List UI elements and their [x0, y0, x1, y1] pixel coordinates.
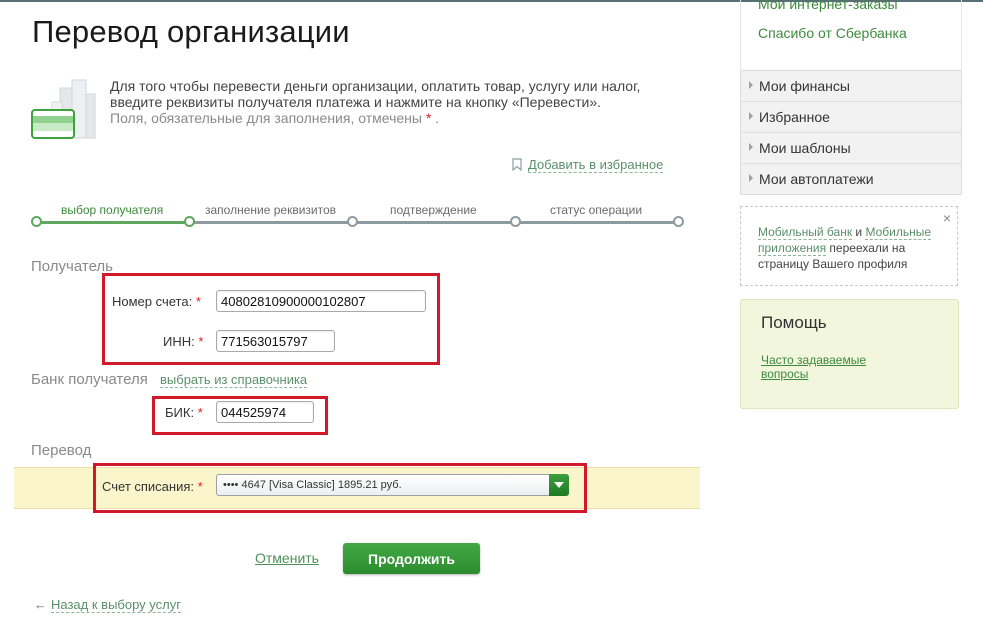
steps-track-done [36, 221, 189, 224]
intro-line-3: Поля, обязательные для заполнения, отмеч… [110, 110, 670, 126]
account-number-input[interactable] [216, 290, 426, 312]
sidebar-link-internet-orders[interactable]: Мои интернет-заказы [758, 0, 898, 12]
continue-button[interactable]: Продолжить [343, 543, 480, 574]
step-dot-1 [31, 216, 42, 227]
step-dot-2 [184, 216, 195, 227]
sidebar-item-favorites[interactable]: Избранное [741, 101, 961, 132]
debit-account-select[interactable]: •••• 4647 [Visa Classic] 1895.21 руб. [216, 474, 569, 496]
intro-text: Для того чтобы перевести деньги организа… [110, 78, 670, 126]
add-favorite-label[interactable]: Добавить в избранное [528, 157, 664, 173]
back-arrow-icon: ← [34, 597, 47, 612]
intro-line-2: введите реквизиты получателя платежа и н… [110, 94, 601, 110]
sidebar-menu: Мои финансы Избранное Мои шаблоны Мои ав… [740, 70, 962, 195]
account-number-label-text: Номер счета: [112, 294, 193, 309]
intro-line-1: Для того чтобы перевести деньги организа… [110, 78, 641, 94]
dropdown-arrow-icon[interactable] [549, 474, 569, 496]
step-dot-4 [510, 216, 521, 227]
required-note-end: . [435, 110, 440, 126]
add-favorite-link[interactable]: Добавить в избранное [512, 157, 664, 174]
cancel-link[interactable]: Отменить [255, 550, 319, 566]
notice-text: Мобильный банк и Мобильные приложения пе… [758, 224, 948, 272]
required-mark: * [425, 110, 432, 126]
sidebar-item-templates[interactable]: Мои шаблоны [741, 132, 961, 163]
account-required-mark: * [195, 294, 201, 309]
back-to-services-link[interactable]: ← Назад к выбору услуг [34, 597, 181, 613]
step-confirmation: подтверждение [390, 203, 477, 217]
bookmark-icon [512, 158, 522, 174]
step-dot-3 [347, 216, 358, 227]
bik-input[interactable] [216, 401, 314, 423]
sidebar-item-label: Мои автоплатежи [759, 171, 874, 187]
bank-heading: Банк получателя [31, 371, 148, 388]
debit-account-label: Счет списания: * [102, 479, 203, 494]
transfer-heading: Перевод [31, 442, 92, 459]
sidebar-item-label: Мои шаблоны [759, 140, 851, 156]
sidebar-item-finances[interactable]: Мои финансы [741, 71, 961, 101]
inn-input[interactable] [216, 330, 335, 352]
mobile-bank-notice: × Мобильный банк и Мобильные приложения … [740, 206, 958, 286]
step-select-recipient: выбор получателя [61, 203, 164, 217]
chevron-right-icon [749, 174, 753, 182]
inn-label: ИНН: * [163, 334, 203, 349]
sidebar-item-label: Избранное [759, 109, 830, 125]
mobile-bank-link[interactable]: Мобильный банк [758, 225, 853, 240]
help-title: Помощь [761, 313, 827, 332]
sidebar-item-autopayments[interactable]: Мои автоплатежи [741, 163, 961, 194]
step-dot-5 [673, 216, 684, 227]
select-from-dictionary-link[interactable]: выбрать из справочника [160, 372, 308, 388]
step-fill-details: заполнение реквизитов [205, 203, 337, 217]
debit-account-value: •••• 4647 [Visa Classic] 1895.21 руб. [223, 479, 402, 491]
help-panel: Помощь Часто задаваемые вопросы [740, 299, 959, 409]
step-status: статус операции [550, 203, 643, 217]
debit-required-mark: * [197, 479, 203, 494]
sidebar-link-spasibo[interactable]: Спасибо от Сбербанка [758, 25, 907, 41]
chevron-right-icon [749, 81, 753, 89]
inn-label-text: ИНН: [163, 334, 195, 349]
debit-account-label-text: Счет списания: [102, 479, 195, 494]
bik-required-mark: * [197, 405, 203, 420]
chevron-right-icon [749, 112, 753, 120]
back-to-services-label[interactable]: Назад к выбору услуг [51, 597, 181, 613]
page-title: Перевод организации [32, 14, 350, 49]
inn-required-mark: * [198, 334, 204, 349]
buildings-card-icon [30, 78, 98, 140]
account-number-label: Номер счета: * [112, 294, 201, 309]
chevron-right-icon [749, 143, 753, 151]
bik-label-text: БИК: [165, 405, 195, 420]
sidebar-item-label: Мои финансы [759, 78, 850, 94]
bik-label: БИК: * [165, 405, 203, 420]
required-note: Поля, обязательные для заполнения, отмеч… [110, 110, 422, 126]
recipient-heading: Получатель [31, 258, 113, 275]
notice-and: и [852, 225, 866, 239]
faq-link[interactable]: Часто задаваемые вопросы [761, 353, 891, 381]
